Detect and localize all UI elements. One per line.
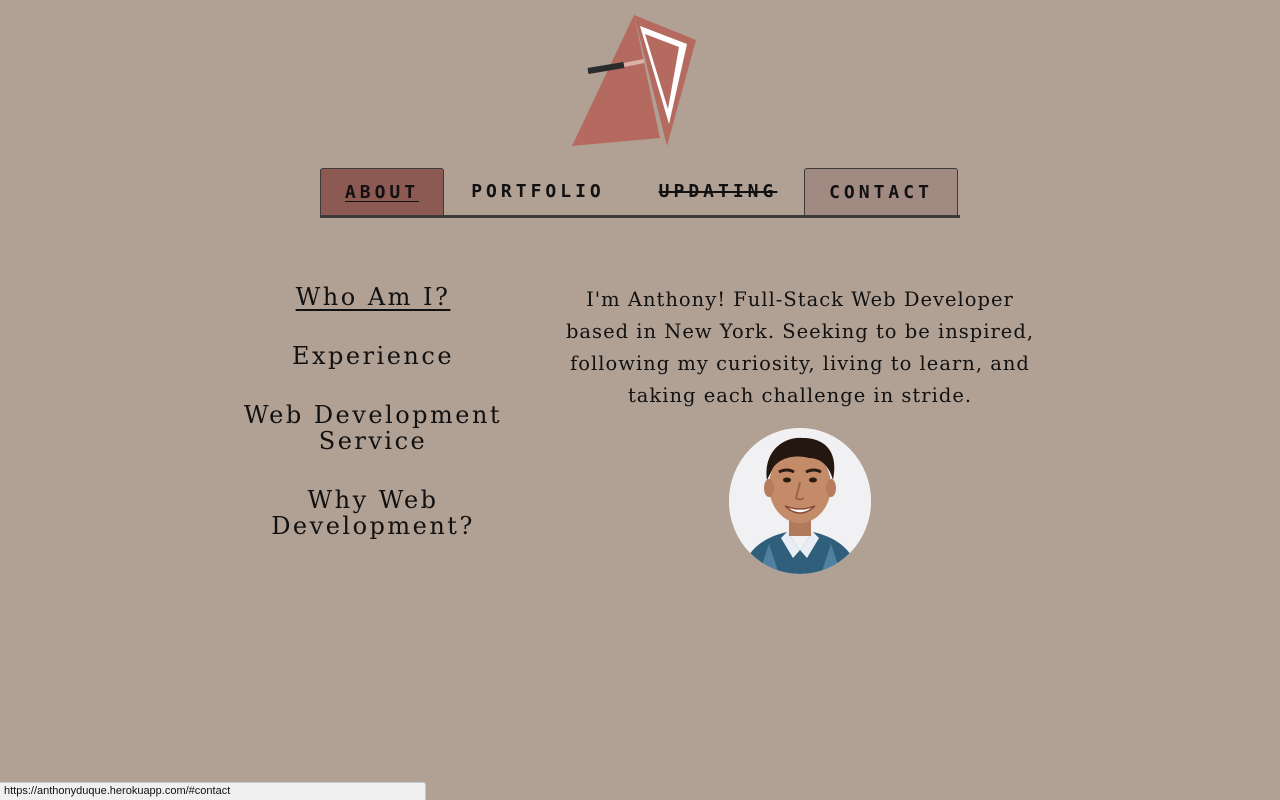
triangle-monogram-logo-icon bbox=[572, 15, 696, 146]
tab-about-label: ABOUT bbox=[344, 181, 420, 203]
browser-status-bar: https://anthonyduque.herokuapp.com/#cont… bbox=[0, 782, 426, 800]
side-item-who-am-i[interactable]: Who Am I? bbox=[233, 284, 513, 310]
profile-photo-icon bbox=[729, 428, 871, 574]
tab-updating[interactable]: UPDATING bbox=[638, 168, 798, 215]
tab-about[interactable]: ABOUT bbox=[320, 168, 444, 215]
avatar bbox=[729, 428, 871, 574]
main-nav: ABOUT PORTFOLIO UPDATING CONTACT bbox=[320, 168, 960, 218]
about-side-menu: Who Am I? Experience Web Development Ser… bbox=[233, 284, 513, 539]
side-item-web-development-service[interactable]: Web Development Service bbox=[233, 402, 513, 454]
tab-portfolio-label: PORTFOLIO bbox=[471, 181, 605, 202]
page: ABOUT PORTFOLIO UPDATING CONTACT Who Am … bbox=[0, 0, 1280, 800]
tab-contact[interactable]: CONTACT bbox=[804, 168, 958, 215]
tab-portfolio[interactable]: PORTFOLIO bbox=[458, 168, 618, 215]
side-item-experience[interactable]: Experience bbox=[233, 343, 513, 369]
site-logo[interactable] bbox=[566, 10, 706, 152]
tab-contact-label: CONTACT bbox=[829, 181, 933, 203]
intro-text: I'm Anthony! Full-Stack Web Developer ba… bbox=[565, 288, 1035, 407]
tab-updating-label: UPDATING bbox=[658, 181, 778, 202]
side-item-why-web-development[interactable]: Why Web Development? bbox=[233, 487, 513, 539]
nav-divider bbox=[320, 215, 960, 218]
